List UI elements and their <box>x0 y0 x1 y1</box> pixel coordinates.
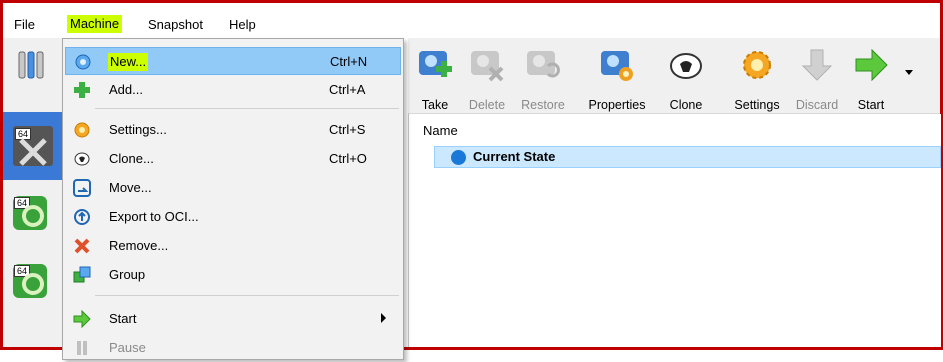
discard-arrow-icon <box>798 46 836 84</box>
menu-separator <box>95 295 399 296</box>
menu-item-move[interactable]: Move... <box>65 174 401 202</box>
new-vm-icon <box>74 53 92 71</box>
vm-os-icon: 64 <box>13 126 53 166</box>
vm-item[interactable]: 64 <box>9 192 47 234</box>
menu-machine[interactable]: Machine <box>67 15 123 33</box>
vm-item-selected[interactable]: 64 <box>3 112 63 180</box>
add-icon <box>73 81 91 99</box>
delete-snapshot-icon <box>468 46 506 84</box>
menu-item-clone[interactable]: Clone... Ctrl+O <box>65 145 401 173</box>
menu-item-export-oci[interactable]: Export to OCI... <box>65 203 401 231</box>
menu-item-start[interactable]: Start <box>65 305 401 333</box>
power-icon <box>451 150 466 165</box>
menu-bar: File Machine Snapshot Help <box>3 3 940 38</box>
start-button[interactable]: Start <box>852 46 890 112</box>
settings-gear-icon <box>738 46 776 84</box>
delete-button[interactable]: Delete <box>468 46 506 112</box>
menu-snapshot[interactable]: Snapshot <box>148 16 203 34</box>
machine-menu: New... Ctrl+N Add... Ctrl+A Settings... … <box>62 38 404 360</box>
settings-button[interactable]: Settings <box>734 46 780 112</box>
snapshot-toolbar: Take Delete Restore Properties Clone Set… <box>408 38 940 114</box>
menu-item-add[interactable]: Add... Ctrl+A <box>65 76 401 104</box>
current-state-label: Current State <box>473 149 556 164</box>
vm-list: 64 64 64 <box>3 38 63 347</box>
start-arrow-icon <box>852 46 890 84</box>
menu-item-remove[interactable]: Remove... <box>65 232 401 260</box>
restore-snapshot-icon <box>524 46 562 84</box>
clone-sheep-icon <box>73 150 91 168</box>
menu-file[interactable]: File <box>14 16 35 34</box>
properties-button[interactable]: Properties <box>589 46 645 112</box>
restore-button[interactable]: Restore <box>521 46 565 112</box>
vm-os-icon: 64 <box>13 264 47 298</box>
vm-os-icon: 64 <box>13 196 47 230</box>
snapshot-tree: Name Current State <box>408 114 941 347</box>
export-icon <box>73 208 91 226</box>
settings-gear-icon <box>73 121 91 139</box>
name-column-header[interactable]: Name <box>423 123 458 138</box>
group-icon <box>73 266 91 284</box>
pause-icon <box>73 339 91 357</box>
menu-item-pause[interactable]: Pause <box>65 334 401 362</box>
current-state-row[interactable]: Current State <box>434 146 941 168</box>
discard-button[interactable]: Discard <box>796 46 838 112</box>
move-icon <box>73 179 91 197</box>
menu-help[interactable]: Help <box>229 16 256 34</box>
menu-item-group[interactable]: Group <box>65 261 401 289</box>
take-snapshot-icon <box>416 46 454 84</box>
clone-sheep-icon <box>667 46 705 84</box>
start-dropdown-arrow[interactable] <box>905 70 913 75</box>
remove-icon <box>73 237 91 255</box>
menu-separator <box>95 108 399 109</box>
properties-icon <box>598 46 636 84</box>
take-button[interactable]: Take <box>416 46 454 112</box>
menu-item-new[interactable]: New... Ctrl+N <box>65 47 401 75</box>
vm-item[interactable]: 64 <box>9 260 47 302</box>
clone-button[interactable]: Clone <box>667 46 705 112</box>
menu-item-settings[interactable]: Settings... Ctrl+S <box>65 116 401 144</box>
tools-icon[interactable] <box>17 48 53 84</box>
submenu-arrow-icon <box>381 313 386 323</box>
start-arrow-icon <box>73 309 91 329</box>
